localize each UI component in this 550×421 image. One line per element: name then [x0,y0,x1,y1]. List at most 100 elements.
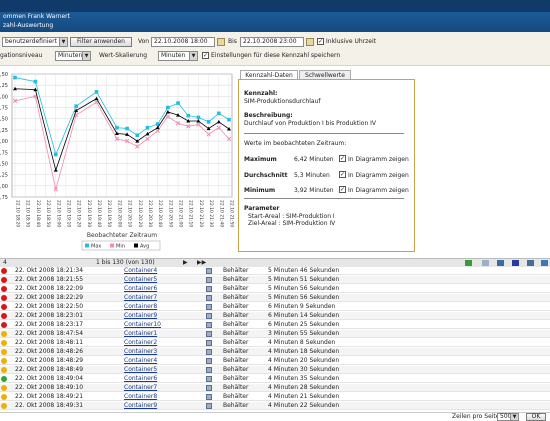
rows-per-page-select[interactable]: 500 ▼ [497,413,519,421]
row-type: Behälter [223,348,249,355]
ok-button[interactable]: OK [526,413,546,421]
data-point [206,120,211,124]
calendar-icon[interactable] [306,38,314,46]
row-container-link[interactable]: Container2 [124,339,157,347]
to-label: Bis [228,38,237,45]
print-icon[interactable] [527,260,534,266]
x-tick-label: 22.10 21:40 [218,200,224,227]
pager-first[interactable]: 4 [3,259,7,267]
aggregation-select[interactable]: Minuten ▼ [55,51,91,61]
table-row[interactable]: 22. Okt 2008 18:48:26 Container3 Behälter 4… [0,348,550,356]
from-date-input[interactable]: 22.10.2008 18:00 [151,37,215,47]
export-icon[interactable] [465,260,472,266]
row-container-link[interactable]: Container5 [124,276,157,284]
table-row[interactable]: 22. Okt 2008 18:23:17 Container10 Behälter… [0,321,550,329]
table-row[interactable]: 22. Okt 2008 18:48:29 Container4 Behälter 4… [0,357,550,365]
row-container-link[interactable]: Container6 [124,375,157,383]
row-container-link[interactable]: Container6 [124,285,157,293]
refresh-icon[interactable] [541,260,548,266]
info-panel: Kennzahl-Daten Schwellwerte Kennzahl: SI… [238,70,415,252]
row-container-link[interactable]: Container8 [124,393,157,401]
columns-icon[interactable] [497,260,504,266]
row-duration: 4 Minuten 30 Sekunden [268,366,340,373]
include-time-checkbox[interactable]: ✓ [317,38,324,45]
detail-icon[interactable] [206,304,212,310]
detail-icon[interactable] [206,286,212,292]
status-dot-icon [1,322,7,328]
detail-icon[interactable] [206,340,212,346]
grid-footer: Zeilen pro Seite 500 ▼ OK [0,412,550,421]
calendar-icon[interactable] [217,38,225,46]
detail-icon[interactable] [206,295,212,301]
row-container-link[interactable]: Container7 [124,294,157,302]
detail-icon[interactable] [206,385,212,391]
table-row[interactable]: 22. Okt 2008 18:49:21 Container8 Behälter 4… [0,393,550,401]
row-date: 22. Okt 2008 18:21:55 [15,276,84,283]
row-duration: 4 Minuten 20 Sekunden [268,357,340,364]
row-type: Behälter [223,402,249,409]
row-type: Behälter [223,375,249,382]
show-avg-checkbox[interactable]: ✓ [339,171,346,178]
table-row[interactable]: 22. Okt 2008 18:21:55 Container5 Behälter 5… [0,276,550,284]
detail-icon[interactable] [206,313,212,319]
detail-icon[interactable] [206,349,212,355]
detail-icon[interactable] [206,277,212,283]
plot-area [11,73,233,198]
apply-filter-button[interactable]: Filter anwenden [70,37,132,47]
scaling-select[interactable]: Minuten ▼ [158,51,198,61]
detail-icon[interactable] [206,367,212,373]
row-container-link[interactable]: Container1 [124,330,157,338]
x-tick-label: 22.10 21:20 [198,200,204,227]
x-tick-label: 22.10 20:00 [116,200,122,227]
row-duration: 4 Minuten 21 Sekunden [268,393,340,400]
row-container-link[interactable]: Container8 [124,303,157,311]
row-container-link[interactable]: Container4 [124,357,157,365]
pager-next[interactable]: ▶ [183,259,188,267]
detail-icon[interactable] [206,358,212,364]
table-row[interactable]: 22. Okt 2008 18:22:50 Container8 Behälter 6… [0,303,550,311]
x-tick-label: 22.10 21:10 [188,200,194,227]
y-tick-label: ,00 [0,139,8,145]
status-dot-icon [1,304,7,310]
preset-select[interactable]: benutzerdefiniert ▼ [2,37,68,47]
table-row[interactable]: 22. Okt 2008 18:49:10 Container7 Behälter 4… [0,384,550,392]
filter-icon[interactable] [482,260,489,266]
save-settings-checkbox[interactable]: ✓ [202,52,209,59]
status-dot-icon [1,403,7,409]
row-date: 22. Okt 2008 18:48:11 [15,339,84,346]
table-row[interactable]: 22. Okt 2008 18:48:11 Container2 Behälter 4… [0,339,550,347]
grid-icon[interactable] [512,260,519,266]
table-row[interactable]: 22. Okt 2008 18:22:09 Container6 Behälter 5… [0,285,550,293]
y-tick-label: ,25 [0,128,8,134]
row-container-link[interactable]: Container10 [124,321,161,329]
detail-icon[interactable] [206,403,212,409]
row-container-link[interactable]: Container9 [124,402,157,410]
show-min-checkbox[interactable]: ✓ [339,186,346,193]
detail-icon[interactable] [206,322,212,328]
table-row[interactable]: 22. Okt 2008 18:21:34 Container4 Behälter 5… [0,267,550,275]
status-dot-icon [1,349,7,355]
table-row[interactable]: 22. Okt 2008 18:48:49 Container5 Behälter 4… [0,366,550,374]
to-date-input[interactable]: 22.10.2008 23:00 [240,37,304,47]
status-dot-icon [1,385,7,391]
row-container-link[interactable]: Container9 [124,312,157,320]
status-dot-icon [1,340,7,346]
show-max-checkbox[interactable]: ✓ [339,155,346,162]
row-container-link[interactable]: Container3 [124,348,157,356]
row-container-link[interactable]: Container4 [124,267,157,275]
detail-icon[interactable] [206,394,212,400]
table-row[interactable]: 22. Okt 2008 18:23:01 Container9 Behälter 6… [0,312,550,320]
table-row[interactable]: 22. Okt 2008 18:47:54 Container1 Behälter 3… [0,330,550,338]
detail-icon[interactable] [206,268,212,274]
detail-icon[interactable] [206,331,212,337]
stat-max-label: Maximum [244,156,277,163]
table-row[interactable]: 22. Okt 2008 18:49:31 Container9 Behälter 4… [0,402,550,410]
row-container-link[interactable]: Container7 [124,384,157,392]
detail-icon[interactable] [206,376,212,382]
filter-toolbar: benutzerdefiniert ▼ Filter anwenden Von … [0,32,550,66]
table-row[interactable]: 22. Okt 2008 18:22:29 Container7 Behälter 5… [0,294,550,302]
table-row[interactable]: 22. Okt 2008 18:49:04 Container6 Behälter 4… [0,375,550,383]
row-container-link[interactable]: Container5 [124,366,157,374]
pager-last[interactable]: ▶▶ [197,259,206,267]
aggregation-label: gationsniveau [0,52,43,59]
